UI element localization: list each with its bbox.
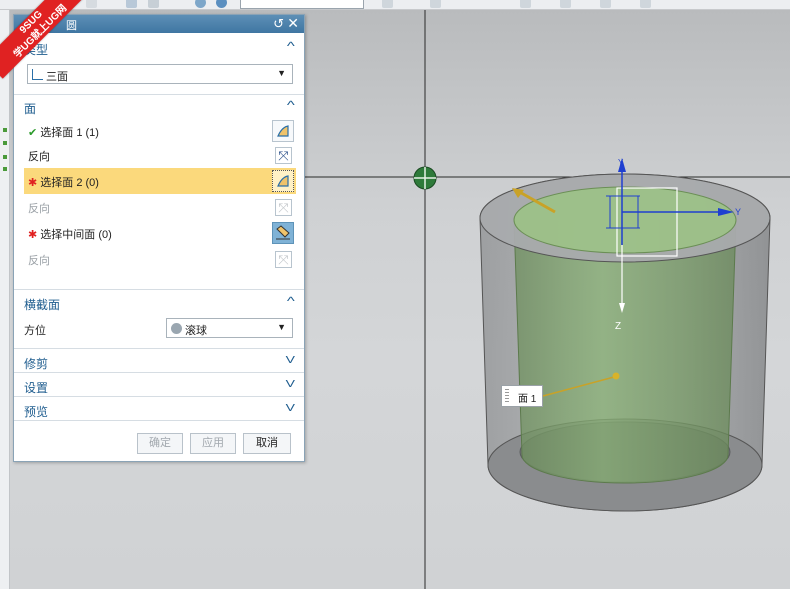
toolbar-icon[interactable]	[195, 0, 206, 8]
toolbar-icon[interactable]	[216, 0, 227, 8]
check-icon: ✔	[28, 127, 38, 139]
type-dropdown[interactable]: 三面 ▼	[27, 64, 293, 84]
cross-section: 横截面 ^ 方位 滚球 ▼	[14, 291, 304, 349]
chevron-down-icon[interactable]: V	[286, 355, 295, 366]
toolbar-icon[interactable]	[520, 0, 531, 8]
ok-button[interactable]: 确定	[137, 433, 183, 454]
toolbar-icon[interactable]	[430, 0, 441, 8]
toolbar-icon[interactable]	[86, 0, 97, 8]
reverse1-row: 反向 ⤧	[24, 144, 296, 166]
inner-top-face	[513, 186, 737, 254]
three-face-icon	[32, 69, 43, 80]
axis-top-label: Y	[618, 158, 624, 167]
orientation-label: 方位	[24, 325, 46, 337]
grip-handle-icon[interactable]	[505, 389, 509, 403]
chevron-up-icon[interactable]: ^	[287, 98, 295, 112]
toolbar-icon[interactable]	[126, 0, 137, 8]
orientation-dropdown[interactable]: 滚球 ▼	[166, 318, 293, 338]
chevron-up-icon[interactable]: ^	[287, 39, 295, 53]
chevron-up-icon[interactable]: ^	[287, 294, 295, 308]
preview-section-header[interactable]: 预览	[24, 403, 48, 420]
apply-button[interactable]: 应用	[190, 433, 236, 454]
face-label-tag[interactable]: 面 1	[501, 385, 543, 407]
reverse1-label: 反向	[28, 151, 50, 163]
chevron-down-icon: ▼	[277, 68, 286, 78]
trim-section[interactable]: 修剪 V	[14, 350, 304, 373]
type-dropdown-value: 三面	[46, 71, 68, 83]
toolbar-icon[interactable]	[382, 0, 393, 8]
axis-z-label: Z	[615, 321, 622, 332]
toolbar-icon[interactable]	[148, 0, 159, 8]
resource-bar	[0, 10, 10, 589]
reverse3-label: 反向	[28, 255, 50, 267]
face-section: 面 ^ ✔ 选择面 1 (1) 反向 ⤧ ✱ 选择面 2 (0) 反向 ⤧ ✱ …	[14, 96, 304, 290]
select-face1-label: 选择面 1 (1)	[40, 127, 99, 139]
trim-section-header[interactable]: 修剪	[24, 355, 48, 372]
toolbar-icon[interactable]	[600, 0, 611, 8]
select-face2-label: 选择面 2 (0)	[40, 177, 99, 189]
cross-section-header[interactable]: 横截面	[24, 296, 60, 313]
reverse3-row: 反向 ⤧	[24, 248, 296, 270]
preview-section[interactable]: 预览 V	[14, 398, 304, 421]
close-icon[interactable]: ✕	[287, 15, 299, 32]
face-section-header[interactable]: 面	[24, 100, 36, 117]
dialog-title: 圆	[66, 20, 77, 32]
face-label-point	[612, 372, 620, 380]
select-middle-face-row[interactable]: ✱ 选择中间面 (0)	[24, 220, 296, 246]
axis-y-label: Y	[735, 207, 742, 217]
select-middle-face-button[interactable]	[272, 222, 294, 244]
rolling-ball-icon	[171, 323, 182, 334]
required-star-icon: ✱	[28, 177, 38, 189]
reverse2-row: 反向 ⤧	[24, 196, 296, 218]
select-face-button[interactable]	[272, 170, 294, 192]
toolbar-icon[interactable]	[640, 0, 651, 8]
required-star-icon: ✱	[28, 229, 38, 241]
type-section: 类型 ^ 三面 ▼	[14, 33, 304, 95]
select-face1-row[interactable]: ✔ 选择面 1 (1)	[24, 120, 296, 142]
settings-section-header[interactable]: 设置	[24, 379, 48, 396]
reverse-direction-icon[interactable]: ⤧	[275, 251, 292, 268]
face-label-text: 面 1	[518, 394, 537, 405]
select-face-button[interactable]	[272, 120, 294, 142]
reverse-direction-icon[interactable]: ⤧	[275, 147, 292, 164]
orientation-dropdown-value: 滚球	[185, 325, 207, 337]
reset-icon[interactable]: ↺	[273, 16, 284, 32]
settings-section[interactable]: 设置 V	[14, 374, 304, 397]
toolbar-filter-field[interactable]	[240, 0, 364, 9]
reverse-direction-icon[interactable]: ⤧	[275, 199, 292, 216]
cancel-button[interactable]: 取消	[243, 433, 291, 454]
select-face2-row[interactable]: ✱ 选择面 2 (0)	[24, 168, 296, 194]
blend-dialog: 圆 ↺ ✕ 类型 ^ 三面 ▼ 面 ^ ✔ 选择面 1 (1) 反向 ⤧ ✱ 选…	[13, 14, 305, 462]
toolbar-icon[interactable]	[560, 0, 571, 8]
chevron-down-icon[interactable]: V	[286, 379, 295, 390]
select-middle-label: 选择中间面 (0)	[40, 229, 112, 241]
reverse2-label: 反向	[28, 203, 50, 215]
chevron-down-icon[interactable]: V	[286, 403, 295, 414]
top-toolbar	[0, 0, 790, 10]
chevron-down-icon: ▼	[277, 322, 286, 332]
